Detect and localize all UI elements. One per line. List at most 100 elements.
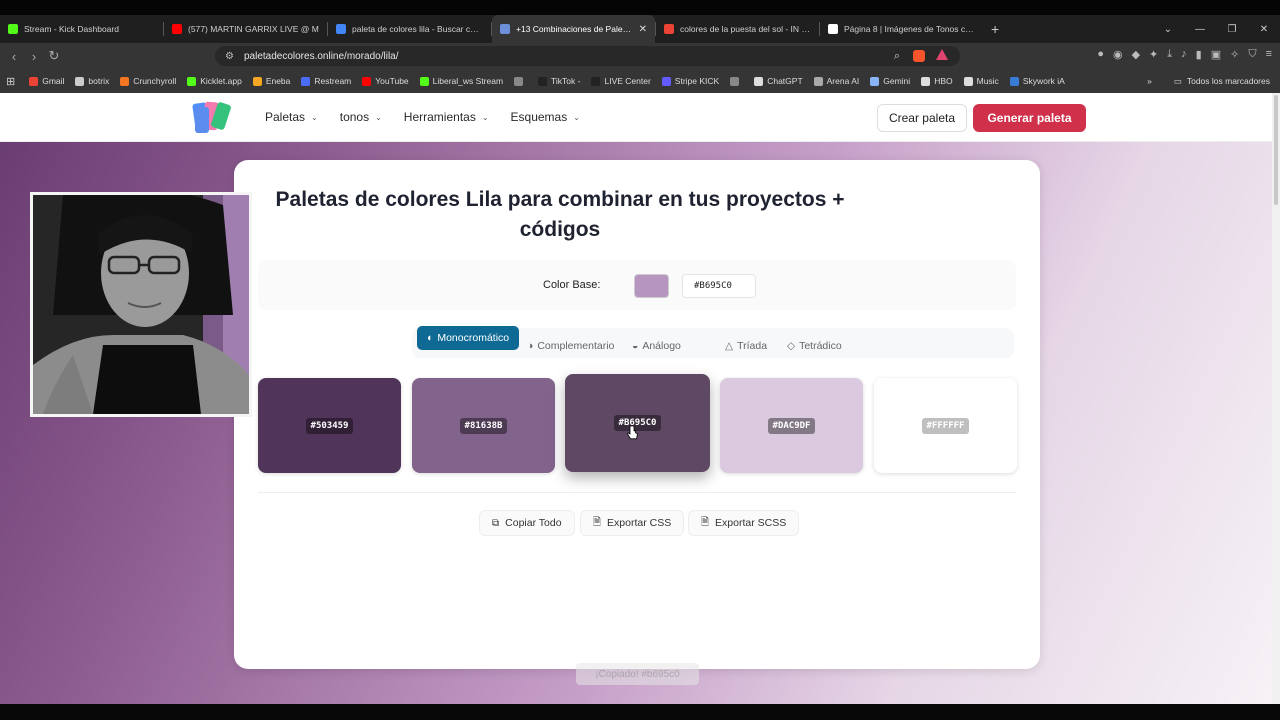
bookmark-label: ChatGPT — [767, 76, 803, 86]
leo-icon[interactable]: ✧ — [1230, 48, 1239, 61]
new-tab-button[interactable]: + — [991, 21, 999, 37]
color-swatch[interactable]: #81638B — [412, 378, 555, 473]
menu-item-paletas[interactable]: Paletas ⌄ — [265, 110, 318, 124]
generate-palette-button[interactable]: Generar paleta — [973, 104, 1086, 132]
apps-grid-icon[interactable]: ⊞ — [6, 75, 15, 88]
file-icon: 🗎 — [593, 516, 602, 528]
tab-triad[interactable]: △ Tríada — [725, 334, 767, 358]
bookmark-item[interactable] — [514, 76, 527, 86]
mode-label: Complementario — [537, 340, 615, 352]
bookmark-item[interactable]: Stripe KICK — [661, 76, 719, 86]
base-color-label: Color Base: — [543, 279, 601, 291]
extension-icon[interactable]: ● — [1097, 48, 1104, 61]
mode-label: Análogo — [642, 340, 681, 352]
create-palette-button[interactable]: Crear paleta — [877, 104, 967, 132]
menu-item-tonos[interactable]: tonos ⌄ — [340, 110, 382, 124]
bookmark-label: TikTok - — [551, 76, 581, 86]
close-tab-icon[interactable]: ✕ — [639, 24, 647, 35]
bookmark-item[interactable]: HBO — [921, 76, 953, 86]
file-icon: 🗎 — [701, 516, 710, 528]
action-label: Exportar CSS — [607, 517, 672, 529]
bookmark-label: Crunchyroll — [133, 76, 177, 86]
export-scss-button[interactable]: 🗎 Exportar SCSS — [688, 510, 800, 536]
action-label: Exportar SCSS — [715, 517, 787, 529]
base-color-hex-input[interactable]: #B695C0 — [682, 274, 756, 298]
sidebar-icon[interactable]: ▮ — [1196, 48, 1202, 61]
vpn-icon[interactable]: ⛉ — [1248, 48, 1256, 61]
page-scrollbar[interactable] — [1272, 93, 1280, 704]
more-bookmarks-button[interactable]: » — [1147, 76, 1152, 86]
color-swatch[interactable]: #503459 — [258, 378, 401, 473]
color-swatch[interactable]: #B695C0 — [565, 374, 710, 472]
tab-list-icon[interactable]: ⌄ — [1152, 24, 1184, 35]
tab-analogous[interactable]: ◒ Análogo — [632, 334, 681, 358]
browser-tab[interactable]: (577) MARTIN GARRIX LIVE @ M — [164, 15, 327, 43]
browser-tab[interactable]: paleta de colores lila - Buscar con Go — [328, 15, 491, 43]
wallet-icon[interactable]: ▣ — [1211, 48, 1221, 61]
download-icon[interactable]: ⤓ — [1167, 48, 1172, 61]
minimize-icon[interactable]: — — [1184, 24, 1216, 35]
bookmark-item[interactable]: Crunchyroll — [120, 76, 176, 86]
brave-rewards-icon[interactable] — [936, 49, 948, 60]
menu-item-herramientas[interactable]: Herramientas ⌄ — [404, 110, 489, 124]
color-swatch[interactable]: #DAC9DF — [720, 378, 863, 473]
bookmark-item[interactable]: botrix — [75, 76, 109, 86]
export-css-button[interactable]: 🗎 Exportar CSS — [580, 510, 685, 536]
screen-bottom-bar — [0, 704, 1280, 720]
bookmark-item[interactable]: Music — [963, 76, 999, 86]
brave-shield-icon[interactable] — [913, 50, 925, 62]
site-logo[interactable] — [192, 99, 236, 135]
browser-tab[interactable]: Stream - Kick Dashboard — [0, 15, 163, 43]
bookmark-item[interactable] — [730, 76, 743, 86]
copy-icon: ⧉ — [492, 517, 500, 529]
browser-tab-title: (577) MARTIN GARRIX LIVE @ M — [188, 24, 319, 34]
puzzle-icon[interactable]: ✦ — [1149, 48, 1158, 61]
bookmark-favicon-icon — [29, 76, 39, 86]
bookmark-item[interactable]: Arena AI — [813, 76, 859, 86]
bookmark-item[interactable]: Gemini — [870, 76, 910, 86]
menu-item-esquemas[interactable]: Esquemas ⌄ — [511, 110, 580, 124]
bookmark-item[interactable]: Gmail — [29, 76, 64, 86]
bookmark-favicon-icon — [870, 76, 880, 86]
reload-icon[interactable]: ↻ — [44, 48, 64, 64]
extension-icon[interactable]: ◆ — [1132, 48, 1140, 61]
tab-tetradic[interactable]: ◇ Tetrádico — [787, 334, 842, 358]
extensions-area: ● ◉ ◆ ✦ ⤓ ♪ ▮ ▣ ✧ ⛉ ≡ — [1097, 48, 1272, 61]
mode-icon: ◑ — [527, 340, 534, 352]
url-field[interactable]: ⚙ paletadecolores.online/morado/lila/ ⌕ — [215, 46, 960, 66]
bookmark-item[interactable]: Skywork iA — [1009, 76, 1065, 86]
browser-tab[interactable]: Página 8 | Imágenes de Tonos colore — [820, 15, 983, 43]
bookmark-item[interactable]: LIVE Center — [591, 76, 651, 86]
search-icon[interactable]: ⌕ — [894, 50, 900, 63]
bookmark-favicon-icon — [921, 76, 931, 86]
bookmark-label: Music — [976, 76, 999, 86]
scrollbar-thumb[interactable] — [1274, 95, 1278, 205]
bookmark-item[interactable]: Kicklet.app — [187, 76, 242, 86]
extension-icon[interactable]: ◉ — [1113, 48, 1123, 61]
bookmark-item[interactable]: Eneba — [252, 76, 290, 86]
bookmark-item[interactable]: ChatGPT — [754, 76, 803, 86]
menu-icon[interactable]: ≡ — [1266, 48, 1272, 61]
bookmark-item[interactable]: YouTube — [362, 76, 409, 86]
forward-icon[interactable]: › — [24, 49, 44, 64]
bookmark-item[interactable]: Liberal_ws Stream — [419, 76, 503, 86]
music-icon[interactable]: ♪ — [1181, 48, 1187, 61]
copy-all-button[interactable]: ⧉ Copiar Todo — [479, 510, 575, 536]
base-color-picker[interactable] — [634, 274, 669, 298]
tab-complementary[interactable]: ◑ Complementario — [527, 334, 614, 358]
browser-tab[interactable]: colores de la puesta del sol - IN COL — [656, 15, 819, 43]
bookmark-label: Skywork iA — [1022, 76, 1065, 86]
site-info-icon[interactable]: ⚙ — [225, 51, 234, 62]
color-swatch[interactable]: #FFFFFF — [874, 378, 1017, 473]
all-bookmarks-button[interactable]: Todos los marcadores — [1187, 76, 1270, 86]
tab-favicon-icon — [500, 24, 510, 34]
bookmark-item[interactable]: TikTok - — [538, 76, 580, 86]
browser-tab[interactable]: +13 Combinaciones de Paletas d ✕ — [492, 15, 655, 43]
back-icon[interactable]: ‹ — [4, 49, 24, 64]
tab-favicon-icon — [172, 24, 182, 34]
mode-icon: ◐ — [427, 332, 434, 344]
close-window-icon[interactable]: ✕ — [1248, 24, 1280, 35]
bookmark-item[interactable]: Restream — [301, 76, 351, 86]
tab-monochromatic[interactable]: ◐ Monocromático — [417, 326, 520, 350]
restore-icon[interactable]: ❐ — [1216, 24, 1248, 35]
